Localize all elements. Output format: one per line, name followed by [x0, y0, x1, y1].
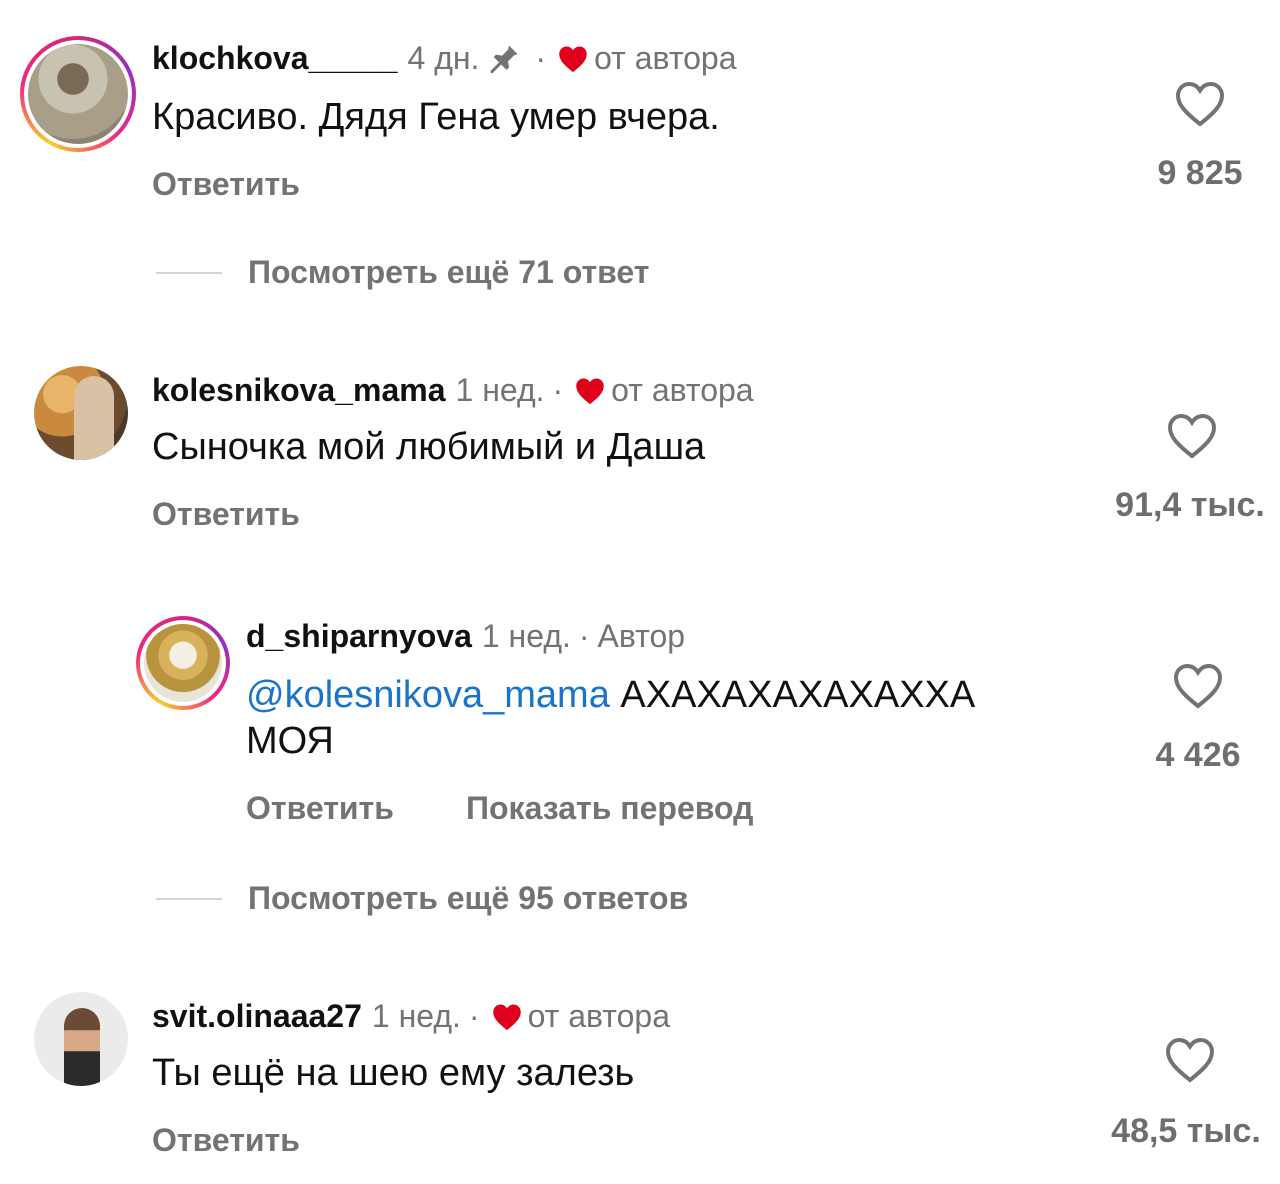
username[interactable]: kolesnikova_mama [152, 372, 446, 409]
comment-text: Сыночка мой любимый и Даша [152, 426, 706, 468]
replies-divider [156, 272, 222, 274]
author-liked-heart-icon [559, 46, 587, 72]
separator-dot: · [468, 998, 480, 1034]
like-heart-icon[interactable] [1164, 1036, 1216, 1084]
separator-dot: · [552, 372, 564, 408]
timestamp: 1 нед. [371, 998, 461, 1034]
author-badge: Автор [597, 618, 686, 654]
avatar[interactable] [20, 36, 136, 152]
replies-divider [156, 898, 222, 900]
liked-by-author-label: от автора [611, 372, 754, 408]
like-count: 91,4 тыс. [1115, 486, 1265, 524]
separator-dot: · [578, 618, 590, 654]
timestamp: 4 дн. [407, 40, 480, 76]
reply-button[interactable]: Ответить [152, 166, 300, 203]
show-translation-button[interactable]: Показать перевод [466, 790, 753, 827]
avatar[interactable] [34, 366, 128, 460]
view-replies-button[interactable]: Посмотреть ещё 95 ответов [248, 880, 688, 917]
comment-meta: svit.olinaaa27 1 нед. · от автора [152, 998, 670, 1035]
like-count: 9 825 [1157, 154, 1243, 192]
username[interactable]: svit.olinaaa27 [152, 998, 362, 1035]
like-count: 4 426 [1155, 736, 1241, 774]
comment-text: Красиво. Дядя Гена умер вчера. [152, 96, 720, 138]
reply-button[interactable]: Ответить [152, 1122, 300, 1159]
like-heart-icon[interactable] [1174, 80, 1226, 128]
username[interactable]: klochkova_____ [152, 40, 398, 77]
liked-by-author-label: от автора [527, 998, 670, 1034]
reply-button[interactable]: Ответить [246, 790, 394, 827]
like-count: 48,5 тыс. [1111, 1112, 1261, 1150]
like-heart-icon[interactable] [1166, 412, 1218, 460]
avatar-photo [144, 624, 222, 702]
comment-text-line2: МОЯ [246, 720, 334, 762]
liked-by-author-label: от автора [594, 40, 737, 76]
avatar-photo [64, 1008, 100, 1086]
timestamp: 1 нед. [455, 372, 545, 408]
comment-text: Ты ещё на шею ему залезь [152, 1052, 635, 1094]
comment-meta: kolesnikova_mama 1 нед. · от автора [152, 372, 754, 409]
pin-icon [490, 45, 518, 73]
comment-text: @kolesnikova_mama АХАХАХАХАХАХХА [246, 674, 975, 717]
comment-meta: d_shiparnyova 1 нед. · Автор [246, 618, 685, 655]
like-heart-icon[interactable] [1172, 662, 1224, 710]
author-liked-heart-icon [576, 378, 604, 404]
reply-button[interactable]: Ответить [152, 496, 300, 533]
avatar-photo [74, 376, 114, 460]
author-liked-heart-icon [492, 1004, 521, 1030]
username[interactable]: d_shiparnyova [246, 618, 472, 655]
timestamp: 1 нед. [481, 618, 571, 654]
comment-text-line1: АХАХАХАХАХАХХА [620, 674, 976, 716]
mention-link[interactable]: @kolesnikova_mama [246, 674, 610, 716]
avatar[interactable] [34, 992, 128, 1086]
comment-meta: klochkova_____ 4 дн. · от автора [152, 40, 737, 77]
avatar-photo [28, 44, 128, 144]
separator-dot: · [535, 40, 547, 76]
view-replies-button[interactable]: Посмотреть ещё 71 ответ [248, 254, 649, 291]
avatar[interactable] [136, 616, 230, 710]
